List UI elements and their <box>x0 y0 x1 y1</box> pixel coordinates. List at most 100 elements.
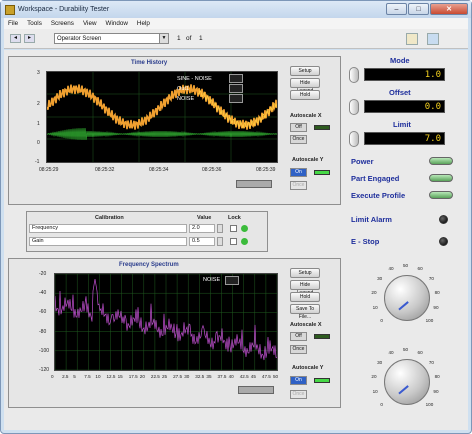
y-tick: -60 <box>39 309 47 316</box>
y-tick: 3 <box>37 70 40 76</box>
hold-button[interactable]: Hold <box>290 292 320 302</box>
graph-palette-icon[interactable] <box>238 386 274 394</box>
x-tick: 50 <box>273 374 279 379</box>
x-tick: 08:25:39 <box>256 167 276 173</box>
hide-legend-button[interactable]: Hide Legend <box>290 280 320 296</box>
autoscale-y-on-button[interactable]: On <box>290 168 307 177</box>
dial-tick: 90 <box>433 388 439 394</box>
y-tick: 2 <box>37 101 40 107</box>
x-tick: 08:25:34 <box>149 167 169 173</box>
limit-alarm-label: Limit Alarm <box>351 215 392 224</box>
autoscale-x-off-button[interactable]: Off <box>290 332 307 341</box>
menu-window[interactable]: Window <box>106 20 128 27</box>
execute-profile-switch[interactable] <box>429 191 453 199</box>
x-tick: 12.5 <box>106 374 116 379</box>
dial-pointer <box>398 301 409 311</box>
estop-led <box>439 237 448 246</box>
grid-lines <box>54 273 278 371</box>
x-tick: 45 <box>250 374 256 379</box>
autoscale-x-once-button[interactable]: Once <box>290 135 307 144</box>
dial-tick: 50 <box>403 263 409 268</box>
power-label: Power <box>351 157 374 166</box>
frequency-value-input[interactable]: 2.0 <box>189 224 215 233</box>
hold-button[interactable]: Hold <box>290 90 320 100</box>
autoscale-x-label: Autoscale X <box>290 113 322 119</box>
x-tick: 08:25:29 <box>39 167 59 173</box>
menu-file[interactable]: File <box>8 20 18 27</box>
close-button[interactable]: ✕ <box>430 3 468 15</box>
mode-knob-icon[interactable] <box>349 67 359 83</box>
y-tick: -80 <box>39 328 47 335</box>
power-switch[interactable] <box>429 157 453 165</box>
x-tick: 10 <box>95 374 101 379</box>
app-window: Workspace - Durability Tester – □ ✕ File… <box>0 0 472 434</box>
dial-tick: 80 <box>434 373 440 379</box>
minimize-button[interactable]: – <box>386 3 407 15</box>
autoscale-x-led <box>314 125 330 130</box>
legend-swatch-noise <box>225 276 239 285</box>
x-tick: 20 <box>139 374 145 379</box>
dial-knob-2[interactable]: 0 10 20 30 40 50 60 70 80 90 100 <box>367 346 447 412</box>
dial-knob-body[interactable] <box>384 359 430 405</box>
time-history-title: Time History <box>131 60 168 66</box>
gain-lock-checkbox[interactable] <box>230 238 237 245</box>
dial-tick: 10 <box>372 304 378 310</box>
window-title: Workspace - Durability Tester <box>18 6 110 13</box>
back-arrow-icon[interactable]: ◂ <box>10 34 21 43</box>
x-tick: 30 <box>184 374 190 379</box>
calibration-header: Calibration <box>95 215 124 221</box>
part-engaged-switch[interactable] <box>429 174 453 182</box>
y-tick: -40 <box>39 290 47 297</box>
main-panel: Time History 3 2 1 0 -1 SINE - NOISE Out… <box>4 50 468 430</box>
calibration-row-frequency: Frequency <box>29 224 187 233</box>
gain-stepper[interactable] <box>217 237 223 246</box>
x-tick: 25 <box>162 374 168 379</box>
frequency-spectrum-plot[interactable]: NOISE <box>54 273 278 371</box>
screen-select[interactable]: Operator Screen ▼ <box>54 33 169 44</box>
autoscale-x-off-button[interactable]: Off <box>290 123 307 132</box>
calibration-panel: Calibration Value Lock Frequency 2.0 Gai… <box>26 211 268 252</box>
layout-icon[interactable] <box>406 33 418 45</box>
gain-value-input[interactable]: 0.5 <box>189 237 215 246</box>
dial-knob-1[interactable]: 0 10 20 30 40 50 60 70 80 90 100 <box>367 262 447 328</box>
frequency-spectrum-panel: Frequency Spectrum NOISE -20 -40 -60 -80 -10… <box>8 258 341 408</box>
time-history-plot[interactable]: SINE - NOISE Out1 NOISE <box>46 71 278 163</box>
screen-select-value: Operator Screen <box>57 36 102 42</box>
dial-tick: 100 <box>425 317 434 323</box>
page-of: of <box>186 35 192 42</box>
frequency-lock-checkbox[interactable] <box>230 225 237 232</box>
frequency-stepper[interactable] <box>217 224 223 233</box>
autoscale-y-once-button[interactable]: Once <box>290 390 307 399</box>
y-tick: -120 <box>39 367 50 373</box>
hide-legend-button[interactable]: Hide Legend <box>290 78 320 94</box>
chevron-down-icon[interactable]: ▼ <box>159 34 168 43</box>
autoscale-y-once-button[interactable]: Once <box>290 181 307 190</box>
autoscale-x-once-button[interactable]: Once <box>290 345 307 354</box>
save-to-file-button[interactable]: Save To File... <box>290 304 320 320</box>
dial-tick: 60 <box>417 266 423 272</box>
maximize-button[interactable]: □ <box>408 3 429 15</box>
forward-arrow-icon[interactable]: ▸ <box>24 34 35 43</box>
limit-knob-icon[interactable] <box>349 131 359 147</box>
menu-tools[interactable]: Tools <box>27 20 42 27</box>
offset-label: Offset <box>389 88 411 97</box>
dial-tick: 30 <box>377 276 383 282</box>
offset-knob-icon[interactable] <box>349 99 359 115</box>
menu-help[interactable]: Help <box>137 20 150 27</box>
menu-view[interactable]: View <box>83 20 97 27</box>
autoscale-y-label: Autoscale Y <box>292 365 324 371</box>
x-tick: 0 <box>51 374 54 379</box>
menu-bar: File Tools Screens View Window Help <box>4 18 468 29</box>
x-tick: 27.5 <box>173 374 183 379</box>
autoscale-y-on-button[interactable]: On <box>290 376 307 385</box>
dial-knob-body[interactable] <box>384 275 430 321</box>
setup-button[interactable]: Setup <box>290 268 320 278</box>
x-tick: 37.5 <box>217 374 227 379</box>
setup-button[interactable]: Setup <box>290 66 320 76</box>
graph-palette-icon[interactable] <box>236 180 272 188</box>
menu-screens[interactable]: Screens <box>51 20 74 27</box>
dial-tick: 40 <box>388 350 394 356</box>
limit-label: Limit <box>393 120 411 129</box>
autoscale-x-led <box>314 334 330 339</box>
save-icon[interactable] <box>427 33 439 45</box>
